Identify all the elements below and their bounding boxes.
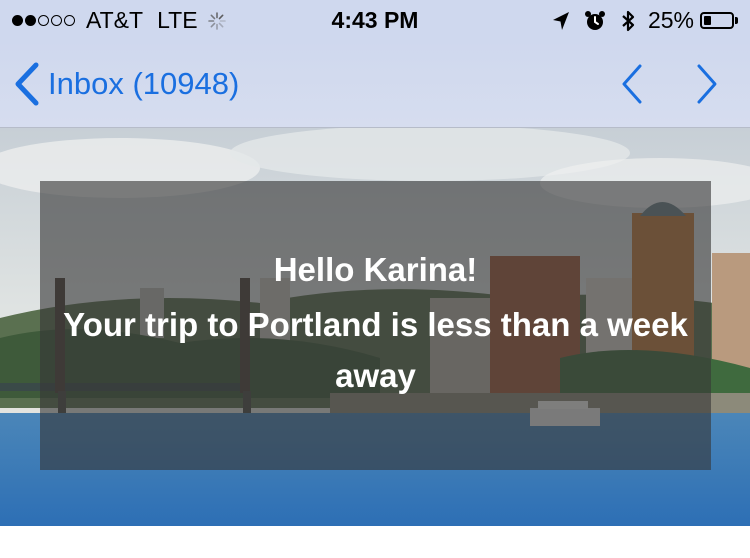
location-arrow-icon	[552, 11, 569, 30]
bluetooth-icon	[622, 10, 635, 31]
battery-percent: 25%	[647, 7, 694, 33]
battery-cap	[735, 17, 738, 24]
back-button-label: Inbox (10948)	[48, 66, 240, 101]
email-body-area	[0, 526, 750, 558]
chevron-left-icon	[15, 62, 39, 106]
back-to-inbox-button[interactable]: Inbox (10948)	[14, 62, 239, 106]
alarm-clock-icon	[584, 10, 605, 30]
email-hero-banner: Hello Karina! Your trip to Portland is l…	[0, 128, 750, 526]
chevron-up-icon	[622, 64, 642, 104]
greeting-text: Hello Karina!	[273, 250, 478, 288]
email-message-overlay: Hello Karina! Your trip to Portland is l…	[40, 181, 711, 470]
next-message-button[interactable]	[694, 62, 720, 111]
trip-reminder-text: Your trip to Portland is less than a wee…	[63, 305, 688, 394]
battery-icon	[700, 12, 734, 29]
chevron-down-icon	[697, 64, 717, 104]
previous-message-button[interactable]	[619, 62, 645, 111]
status-bar-right: 25%	[538, 7, 738, 34]
status-bar: AT&T LTE 4:43 PM 25%	[0, 0, 750, 40]
mail-nav-bar: Inbox (10948)	[0, 40, 750, 128]
battery-fill	[704, 16, 711, 25]
